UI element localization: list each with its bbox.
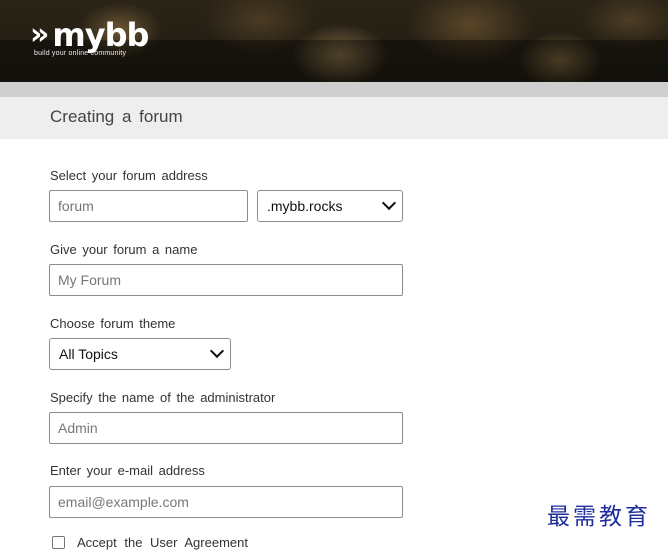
- theme-select[interactable]: All Topics: [49, 338, 231, 370]
- email-label: Enter your e-mail address: [50, 463, 205, 478]
- admin-label: Specify the name of the administrator: [50, 390, 276, 405]
- email-input[interactable]: [49, 486, 403, 518]
- domain-select-value: .mybb.rocks: [267, 198, 343, 214]
- agreement-checkbox[interactable]: [52, 536, 65, 549]
- admin-name-input[interactable]: [49, 412, 403, 444]
- chevron-down-icon: [209, 343, 225, 359]
- logo-mark: » mybb: [30, 16, 149, 54]
- agreement-row: Accept the User Agreement: [52, 535, 248, 550]
- watermark-text: 最需教育: [547, 504, 651, 530]
- mybb-logo[interactable]: » mybb build your online community: [30, 16, 149, 58]
- agreement-label[interactable]: Accept the User Agreement: [77, 535, 248, 550]
- theme-label: Choose forum theme: [50, 316, 176, 331]
- forum-address-input[interactable]: [49, 190, 248, 222]
- address-label: Select your forum address: [50, 168, 208, 183]
- theme-select-value: All Topics: [59, 346, 118, 362]
- logo-wordmark: mybb: [52, 16, 149, 54]
- page-title: Creating a forum: [50, 107, 183, 126]
- chevron-down-icon: [381, 195, 397, 211]
- chevrons-icon: »: [30, 17, 49, 52]
- domain-select[interactable]: .mybb.rocks: [257, 190, 403, 222]
- title-bar: Creating a forum: [0, 97, 668, 139]
- name-label: Give your forum a name: [50, 242, 198, 257]
- forum-name-input[interactable]: [49, 264, 403, 296]
- header-banner: » mybb build your online community: [0, 0, 668, 82]
- header-divider: [0, 82, 668, 97]
